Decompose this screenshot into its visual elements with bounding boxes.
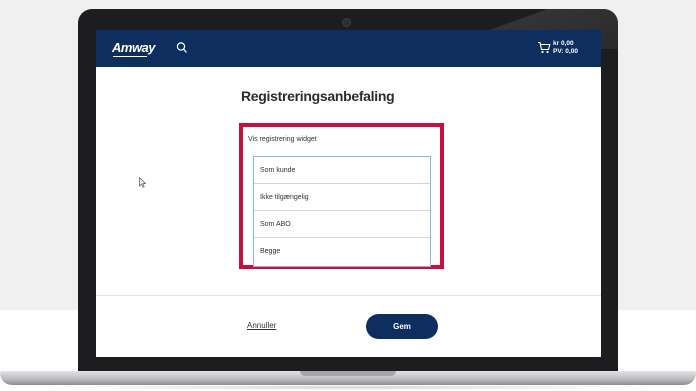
laptop-shadow — [40, 385, 656, 390]
registration-options-list[interactable]: Som kunde Ikke tilgængelig Som ABO Begge — [253, 156, 431, 267]
camera-icon — [342, 18, 351, 27]
laptop-base-notch — [300, 371, 396, 376]
logo-underline — [113, 56, 147, 57]
cart-summary[interactable]: kr 0,00 PV: 0,00 — [553, 40, 578, 56]
search-icon[interactable] — [176, 41, 188, 55]
widget-label: Vis registrering widget — [248, 136, 317, 143]
option-ikke-tilgaengelig[interactable]: Ikke tilgængelig — [254, 184, 430, 211]
cancel-link[interactable]: Annuller — [247, 321, 276, 330]
mouse-cursor-icon — [139, 177, 146, 188]
site-header: Amway kr 0,00 PV: 0,00 — [96, 30, 601, 67]
option-som-kunde[interactable]: Som kunde — [254, 157, 430, 184]
option-begge[interactable]: Begge — [254, 238, 430, 265]
cart-pv: PV: 0,00 — [553, 48, 578, 55]
page-title: Registreringsanbefaling — [241, 88, 395, 104]
option-som-abo[interactable]: Som ABO — [254, 211, 430, 238]
amway-logo[interactable]: Amway — [112, 40, 156, 55]
laptop-screen: Amway kr 0,00 PV: 0,00 Registreringsanbe… — [96, 30, 601, 357]
cart-icon[interactable] — [537, 41, 551, 54]
save-button[interactable]: Gem — [366, 314, 438, 339]
footer-divider — [96, 295, 601, 296]
cart-amount: kr 0,00 — [553, 40, 574, 47]
